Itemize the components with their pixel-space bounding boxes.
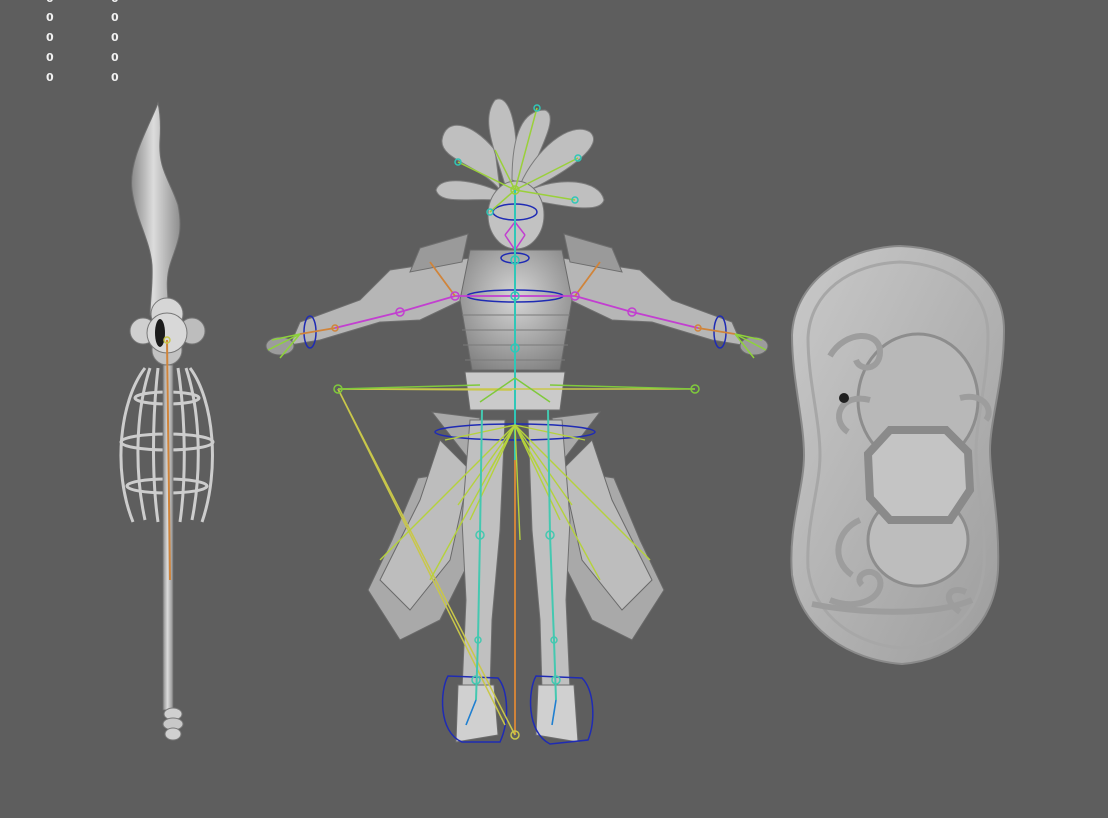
- 3d-viewport[interactable]: 0 0 0 0 0 0 0 0 0 0: [0, 0, 1108, 818]
- shield-emblem-ring: [863, 426, 975, 524]
- spear-mesh[interactable]: [119, 101, 215, 741]
- spear-pommel: [162, 707, 184, 741]
- shield-mesh[interactable]: [790, 244, 1006, 666]
- scene-canvas[interactable]: [0, 0, 1108, 818]
- warrior-character-mesh[interactable]: [265, 98, 769, 743]
- boots: [455, 684, 579, 743]
